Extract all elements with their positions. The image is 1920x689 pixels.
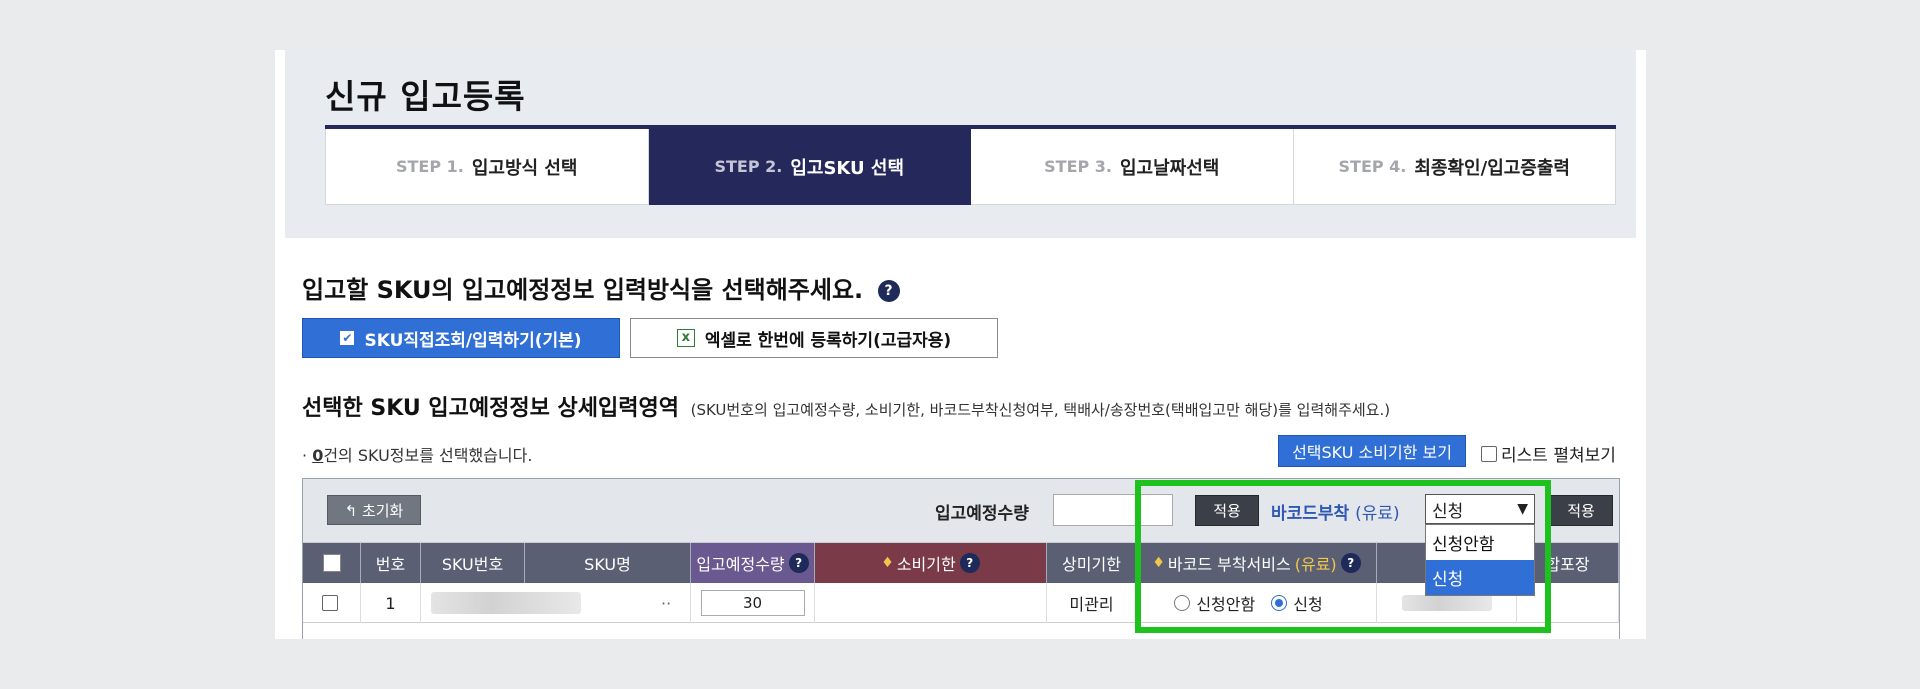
excel-upload-button[interactable]: x 엑셀로 한번에 등록하기(고급자용) bbox=[630, 318, 998, 358]
barcode-option-none[interactable]: 신청안함 bbox=[1426, 525, 1534, 560]
spread-view-label: 리스트 펼쳐보기 bbox=[1501, 446, 1616, 466]
col-barcode-service: ♦ 바코드 부착서비스 (유료) ? bbox=[1137, 543, 1377, 583]
qty-input[interactable] bbox=[1053, 494, 1173, 526]
radio-no-apply[interactable] bbox=[1174, 595, 1191, 611]
step-1: STEP 1. 입고방식 선택 bbox=[325, 129, 649, 205]
row-no: 1 bbox=[361, 583, 421, 623]
help-icon[interactable]: ? bbox=[959, 553, 980, 573]
barcode-label-text: 바코드부착 bbox=[1271, 504, 1350, 524]
help-icon[interactable]: ? bbox=[788, 553, 809, 573]
step-4-label: 최종확인/입고증출력 bbox=[1414, 157, 1570, 179]
step-3-label: 입고날짜선택 bbox=[1120, 157, 1220, 179]
section-title-text: 입고할 SKU의 입고예정정보 입력방식을 선택해주세요. bbox=[302, 276, 864, 304]
selection-count: · 0건의 SKU정보를 선택했습니다. bbox=[302, 442, 532, 466]
step-3: STEP 3. 입고날짜선택 bbox=[971, 129, 1294, 205]
step-2-label: 입고SKU 선택 bbox=[790, 157, 905, 179]
step-1-num: STEP 1. bbox=[395, 157, 464, 176]
bulb-icon: ♦ bbox=[1152, 555, 1165, 571]
barcode-select-value: 신청 bbox=[1432, 501, 1464, 522]
table-header: 번호 SKU번호 SKU명 입고예정수량 ? ♦ 소비기한 ? 상미기한 ♦ 바… bbox=[303, 543, 1619, 583]
step-3-num: STEP 3. bbox=[1044, 157, 1112, 176]
spread-view-toggle[interactable]: 리스트 펼쳐보기 bbox=[1481, 441, 1616, 466]
barcode-paid-text: (유료) bbox=[1355, 504, 1400, 524]
radio-apply-label: 신청 bbox=[1293, 595, 1323, 614]
main-panel: 신규 입고등록 STEP 1. 입고방식 선택 STEP 2. 입고SKU 선택… bbox=[275, 50, 1646, 639]
row-checkbox[interactable] bbox=[321, 595, 338, 611]
excel-upload-label: 엑셀로 한번에 등록하기(고급자용) bbox=[704, 330, 952, 351]
direct-input-button[interactable]: ✔ SKU직접조회/입력하기(기본) bbox=[302, 318, 620, 358]
row-qty-input[interactable]: 30 bbox=[700, 590, 805, 616]
step-indicator: STEP 1. 입고방식 선택 STEP 2. 입고SKU 선택 STEP 3.… bbox=[325, 125, 1616, 205]
col-no: 번호 bbox=[361, 543, 421, 583]
col-qty: 입고예정수량 ? bbox=[691, 543, 815, 583]
detail-section-title: 선택한 SKU 입고예정정보 상세입력영역 (SKU번호의 입고예정수량, 소비… bbox=[302, 390, 1390, 422]
bulb-icon: ♦ bbox=[881, 555, 894, 571]
col-sku-no: SKU번호 bbox=[421, 543, 525, 583]
row-barcode-radios: 신청안함 신청 bbox=[1137, 583, 1377, 623]
step-4-num: STEP 4. bbox=[1338, 157, 1407, 176]
blurred-courier bbox=[1401, 595, 1492, 611]
col-barcode-service-label: 바코드 부착서비스 bbox=[1167, 555, 1291, 574]
step-1-label: 입고방식 선택 bbox=[471, 157, 578, 179]
col-sku-name: SKU명 bbox=[525, 543, 691, 583]
checkbox-icon: ✔ bbox=[340, 331, 355, 345]
row-sku-name-more: ·· bbox=[661, 593, 672, 613]
row-use-by: 미관리 bbox=[1047, 583, 1137, 623]
barcode-select[interactable]: 신청 ▼ bbox=[1425, 494, 1535, 524]
selected-count: 0 bbox=[312, 446, 324, 465]
col-expiry-label: 소비기한 bbox=[896, 555, 956, 574]
col-qty-label: 입고예정수량 bbox=[696, 555, 785, 574]
step-2: STEP 2. 입고SKU 선택 bbox=[648, 129, 971, 205]
col-barcode-paid: (유료) bbox=[1294, 555, 1337, 574]
row-expiry-cell[interactable] bbox=[815, 583, 1047, 623]
barcode-apply-button[interactable]: 적용 bbox=[1549, 495, 1613, 526]
barcode-label: 바코드부착 (유료) bbox=[1271, 499, 1400, 524]
excel-icon: x bbox=[676, 329, 695, 347]
help-icon[interactable]: ? bbox=[1340, 553, 1361, 573]
selection-suffix: 건의 SKU정보를 선택했습니다. bbox=[323, 446, 533, 465]
barcode-option-apply[interactable]: 신청 bbox=[1426, 560, 1534, 595]
blurred-sku-number bbox=[431, 592, 581, 614]
header-checkbox-cell bbox=[303, 543, 361, 583]
spread-view-checkbox[interactable] bbox=[1481, 445, 1497, 462]
grid-toolbar: ↰ 초기화 입고예정수량 적용 바코드부착 (유료) 신청 ▼ 적용 신청안함 … bbox=[303, 479, 1619, 596]
qty-apply-button[interactable]: 적용 bbox=[1195, 495, 1259, 526]
step-4: STEP 4. 최종확인/입고증출력 bbox=[1293, 129, 1616, 205]
help-icon[interactable]: ? bbox=[877, 280, 900, 302]
col-use-by: 상미기한 bbox=[1047, 543, 1137, 583]
chevron-down-icon: ▼ bbox=[1517, 501, 1528, 517]
reset-button[interactable]: ↰ 초기화 bbox=[327, 495, 421, 525]
bullet: · bbox=[302, 446, 308, 465]
row-checkbox-cell bbox=[303, 583, 361, 623]
sku-grid: ↰ 초기화 입고예정수량 적용 바코드부착 (유료) 신청 ▼ 적용 신청안함 … bbox=[302, 478, 1620, 639]
row-qty-cell: 30 bbox=[691, 583, 815, 623]
radio-apply[interactable] bbox=[1271, 595, 1288, 611]
section-title: 입고할 SKU의 입고예정정보 입력방식을 선택해주세요. ? bbox=[302, 270, 900, 305]
barcode-dropdown: 신청안함 신청 bbox=[1425, 524, 1535, 596]
table-row: 1 ·· 30 미관리 신청안함 신청 bbox=[303, 583, 1619, 623]
col-expiry: ♦ 소비기한 ? bbox=[815, 543, 1047, 583]
qty-label: 입고예정수량 bbox=[935, 504, 1029, 524]
row-sku-info: ·· bbox=[421, 583, 691, 623]
radio-no-apply-label: 신청안함 bbox=[1196, 595, 1256, 614]
view-expiry-button[interactable]: 선택SKU 소비기한 보기 bbox=[1278, 435, 1466, 467]
page-title: 신규 입고등록 bbox=[325, 77, 526, 116]
select-all-checkbox[interactable] bbox=[322, 554, 341, 572]
step-2-num: STEP 2. bbox=[714, 157, 783, 176]
detail-note: (SKU번호의 입고예정수량, 소비기한, 바코드부착신청여부, 택배사/송장번… bbox=[690, 401, 1391, 419]
header-area: 신규 입고등록 STEP 1. 입고방식 선택 STEP 2. 입고SKU 선택… bbox=[285, 50, 1636, 238]
direct-input-label: SKU직접조회/입력하기(기본) bbox=[364, 330, 582, 351]
detail-title-text: 선택한 SKU 입고예정정보 상세입력영역 bbox=[302, 396, 679, 421]
